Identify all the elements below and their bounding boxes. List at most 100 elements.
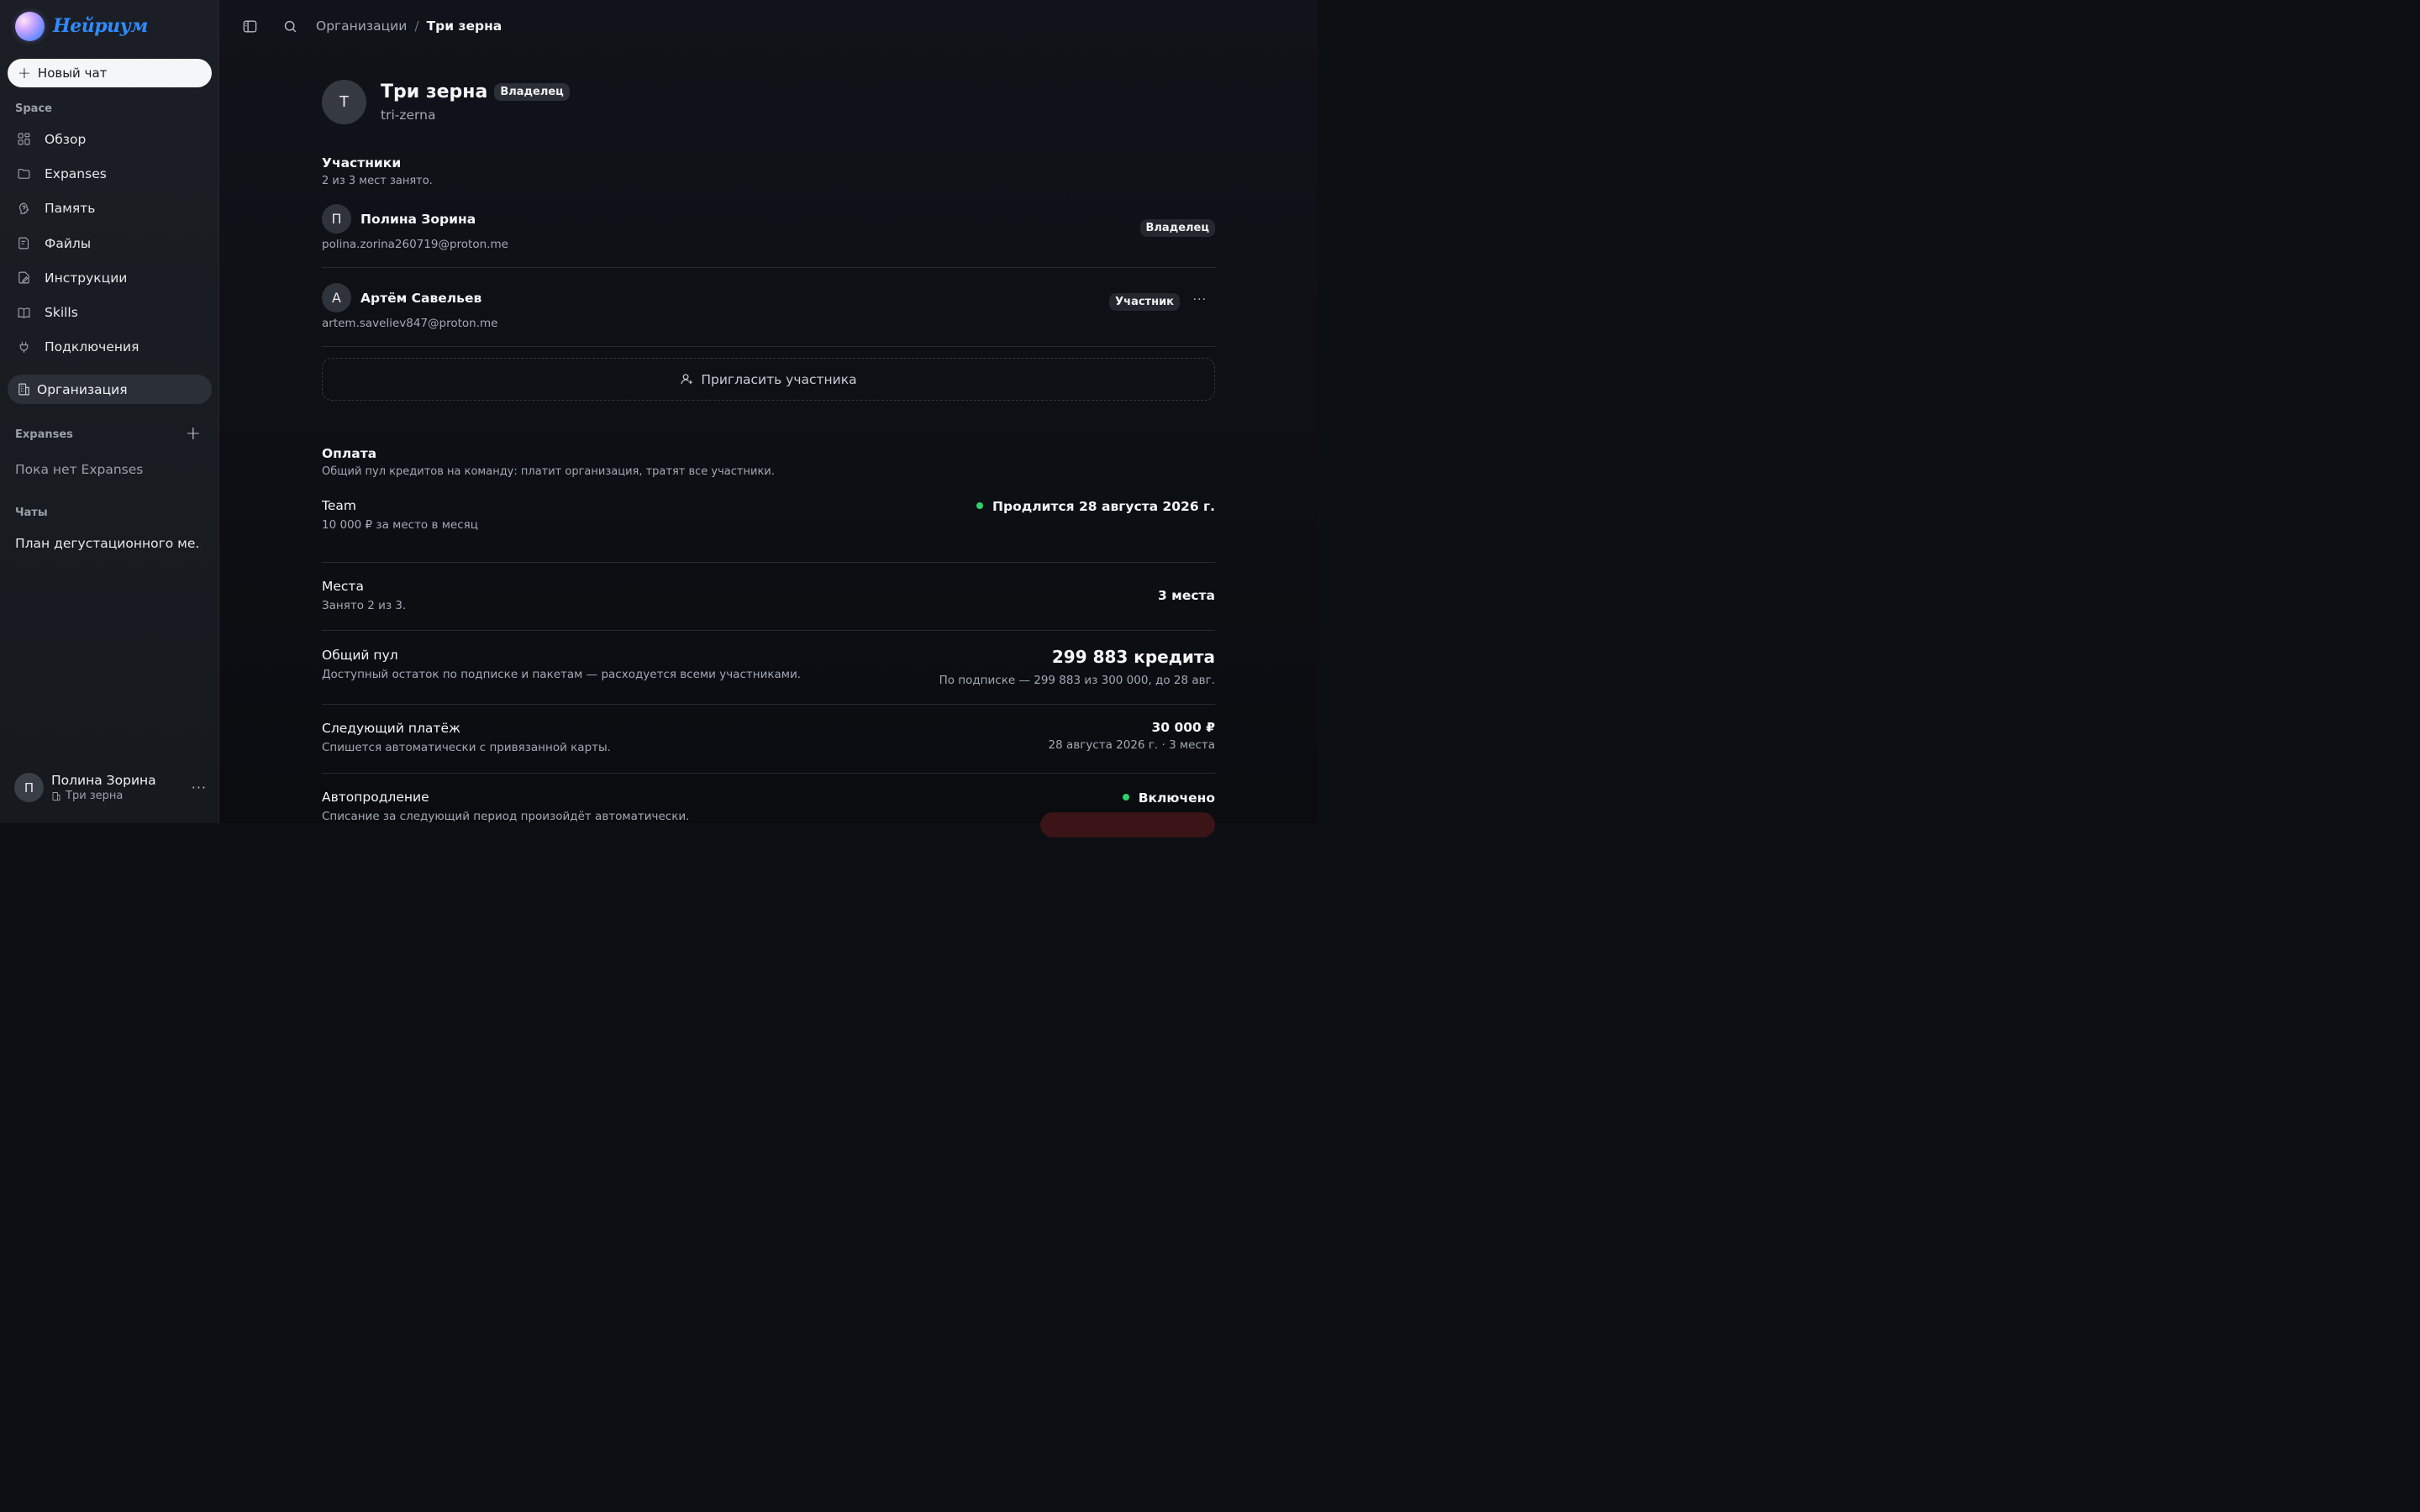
pool-detail: По подписке — 299 883 из 300 000, до 28 … [939, 674, 1215, 687]
user-profile[interactable]: П Полина Зорина Три зерна ··· [14, 773, 207, 802]
pool-row: Общий пул Доступный остаток по подписке … [322, 631, 1215, 705]
expanses-section-label: Expanses [15, 428, 73, 441]
role-badge: Владелец [494, 83, 570, 101]
breadcrumb-separator: / [414, 18, 419, 34]
avatar: А [322, 283, 351, 312]
autorenew-status-text: Включено [1138, 790, 1215, 806]
more-icon[interactable]: ··· [192, 780, 207, 795]
next-payment-right: 30 000 ₽ 28 августа 2026 г. · 3 места [1049, 720, 1215, 752]
member-row: П Полина Зорина polina.zorina260719@prot… [322, 204, 1215, 268]
building-icon [52, 791, 60, 801]
expanses-empty-text: Пока нет Expanses [15, 462, 144, 478]
billing-section: Оплата Общий пул кредитов на команду: пл… [322, 446, 1215, 841]
sidebar-item-skills[interactable]: Skills [8, 295, 211, 329]
breadcrumb: Организации / Три зерна [316, 18, 502, 34]
brand[interactable]: Нейриум [8, 0, 211, 52]
sidebar-item-connections[interactable]: Подключения [8, 330, 211, 365]
sidebar-item-label: Файлы [45, 235, 92, 251]
plan-status: Продлится 28 августа 2026 г. [976, 498, 1215, 514]
plug-icon [17, 340, 31, 354]
autorenew-name: Автопродление [322, 790, 429, 805]
member-name: Артём Савельев [360, 290, 482, 306]
billing-title: Оплата [322, 446, 377, 461]
sidebar-item-label: Skills [45, 305, 78, 321]
pool-value: 299 883 кредита [1051, 647, 1215, 667]
next-payment-row: Следующий платёж Спишется автоматически … [322, 705, 1215, 774]
member-email: artem.saveliev847@proton.me [322, 317, 498, 330]
disable-autorenew-button[interactable] [1040, 812, 1215, 837]
members-title: Участники [322, 155, 402, 171]
breadcrumb-organizations[interactable]: Организации [316, 18, 407, 34]
plan-row: Team 10 000 ₽ за место в месяц Продлится… [322, 498, 1215, 563]
seats-value: 3 места [1158, 588, 1215, 603]
book-icon [17, 306, 31, 320]
sidebar-item-label: Память [45, 201, 96, 217]
member-header: А Артём Савельев [322, 283, 1215, 312]
plan-status-text: Продлится 28 августа 2026 г. [992, 499, 1215, 514]
billing-subtitle: Общий пул кредитов на команду: платит ор… [322, 465, 775, 478]
user-org: Три зерна [51, 790, 192, 802]
member-role-dropdown[interactable]: Участник [1109, 293, 1180, 311]
chats-section-label: Чаты [15, 507, 48, 520]
file-icon [17, 236, 31, 250]
avatar: П [322, 204, 351, 234]
avatar: П [14, 773, 44, 802]
seats-desc: Занято 2 из 3. [322, 599, 407, 612]
sidebar-toggle-icon[interactable] [241, 18, 258, 34]
user-org-label: Три зерна [66, 790, 124, 802]
org-title-row: Три зерна Владелец [381, 81, 570, 102]
sidebar-item-label: Expanses [45, 165, 107, 181]
org-slug: tri-zerna [381, 108, 436, 123]
grid-icon [17, 132, 31, 146]
pool-right: 299 883 кредита По подписке — 299 883 из… [939, 647, 1215, 687]
status-dot-icon [1122, 793, 1129, 801]
member-name: Полина Зорина [360, 211, 476, 227]
building-icon [17, 382, 31, 396]
plus-icon: + [18, 63, 31, 82]
autorenew-row: Автопродление Списание за следующий пери… [322, 774, 1215, 841]
topbar: Организации / Три зерна [219, 0, 1318, 52]
user-name: Полина Зорина [51, 773, 156, 788]
member-more-icon[interactable]: ··· [1193, 293, 1207, 307]
org-titles: Три зерна Владелец tri-zerna [381, 81, 570, 123]
main-area: Организации / Три зерна Т Три зерна Влад… [219, 0, 1318, 837]
add-user-icon [681, 374, 693, 385]
folder-icon [17, 166, 31, 181]
next-payment-detail: 28 августа 2026 г. · 3 места [1048, 738, 1215, 752]
breadcrumb-current: Три зерна [426, 18, 502, 34]
next-payment-value: 30 000 ₽ [1151, 720, 1215, 735]
sidebar-nav: Обзор Expanses Память Файлы Инструкции S… [8, 122, 211, 365]
seats-row: Места Занято 2 из 3. 3 места [322, 563, 1215, 631]
sidebar: Нейриум + Новый чат Space Обзор Expanses [0, 0, 219, 823]
sidebar-item-overview[interactable]: Обзор [8, 122, 211, 156]
user-info: Полина Зорина Три зерна [51, 773, 192, 802]
brand-name: Нейриум [53, 15, 148, 37]
expanses-header: Expanses + [8, 425, 211, 444]
sidebar-item-expanses[interactable]: Expanses [8, 156, 211, 191]
brain-icon [17, 202, 31, 216]
add-expanse-button[interactable]: + [186, 425, 201, 444]
autorenew-status: Включено [1122, 790, 1215, 806]
member-row: А Артём Савельев artem.saveliev847@proto… [322, 268, 1215, 347]
sidebar-item-label: Подключения [45, 339, 139, 355]
org-avatar: Т [322, 80, 366, 124]
sidebar-item-organization[interactable]: Организация [8, 375, 212, 405]
search-icon[interactable] [281, 18, 298, 34]
org-content: Т Три зерна Владелец tri-zerna Участники… [322, 80, 1215, 841]
chat-item[interactable]: План дегустационного ме... [8, 536, 201, 551]
sidebar-item-label: Обзор [45, 131, 87, 147]
members-subtitle: 2 из 3 мест занято. [322, 175, 433, 187]
instructions-icon [17, 270, 31, 285]
new-chat-button[interactable]: + Новый чат [8, 59, 212, 87]
plan-desc: 10 000 ₽ за место в месяц [322, 518, 478, 532]
sidebar-item-files[interactable]: Файлы [8, 226, 211, 260]
space-section-label: Space [15, 102, 52, 115]
invite-member-button[interactable]: Пригласить участника [322, 358, 1215, 401]
status-dot-icon [976, 501, 984, 509]
sidebar-item-label: Инструкции [45, 270, 128, 286]
seats-name: Места [322, 579, 364, 594]
sidebar-item-instructions[interactable]: Инструкции [8, 260, 211, 295]
members-section: Участники 2 из 3 мест занято. П Полина З… [322, 155, 1215, 401]
sidebar-item-memory[interactable]: Память [8, 192, 211, 226]
invite-label: Пригласить участника [701, 371, 857, 387]
